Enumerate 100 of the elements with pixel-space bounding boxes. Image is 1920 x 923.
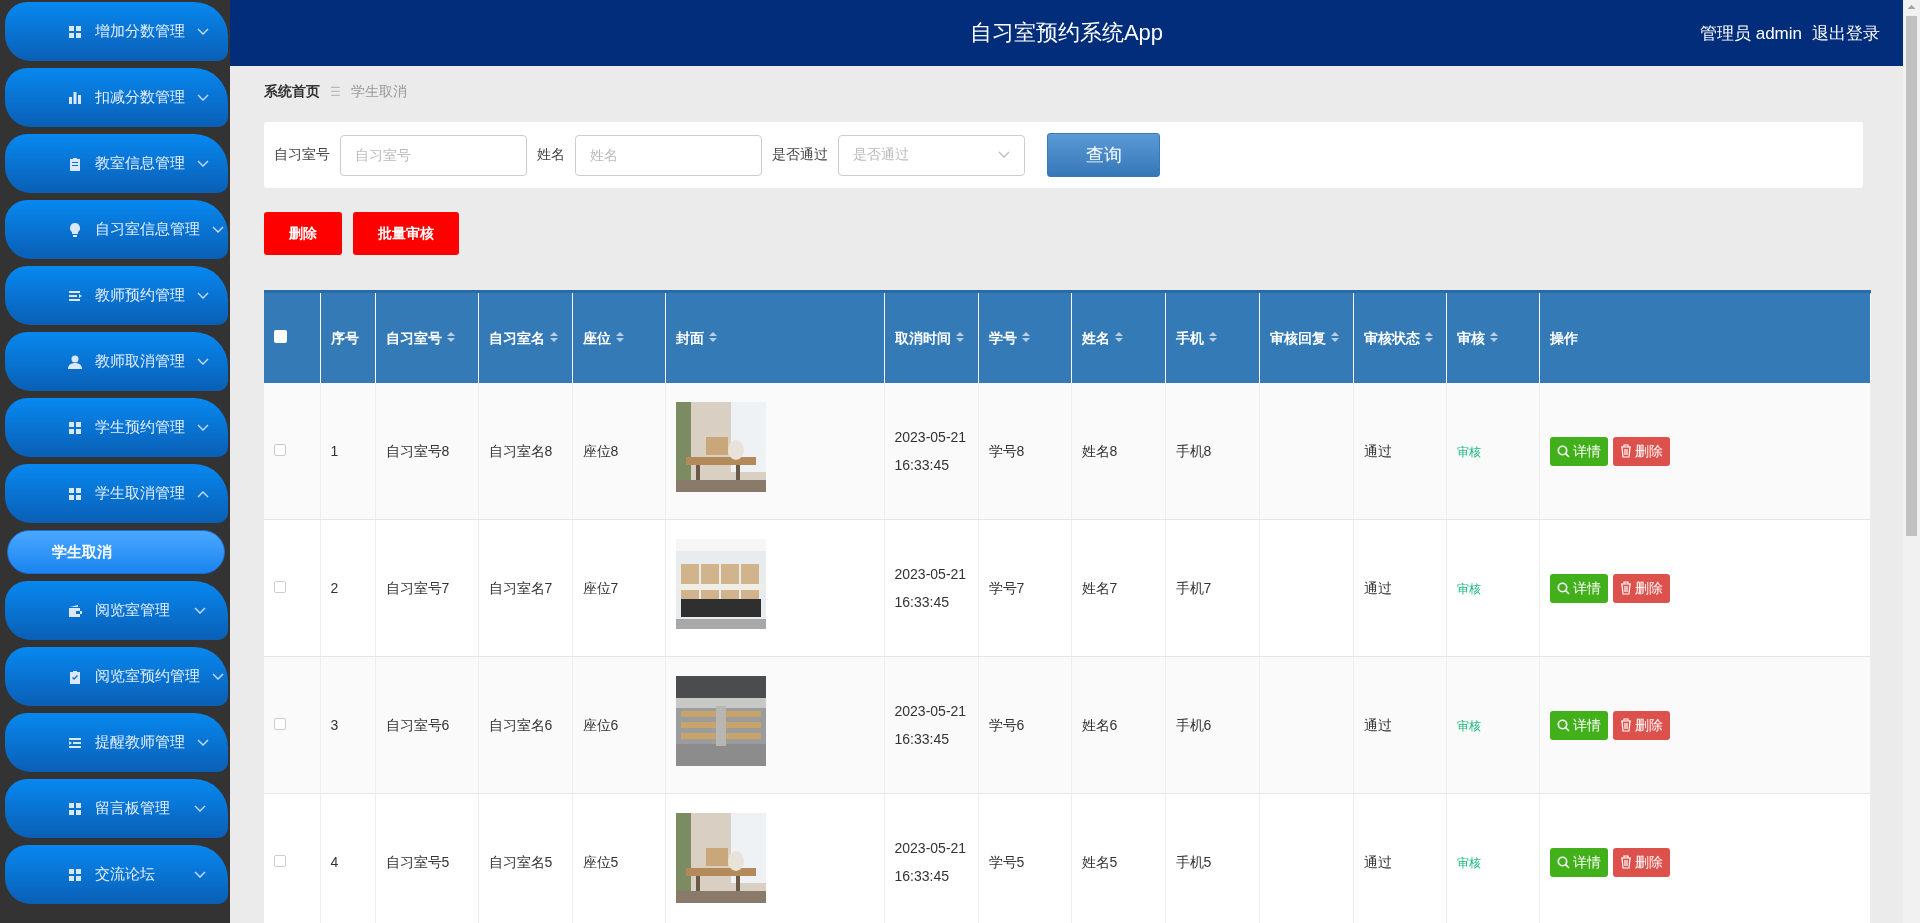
column-header[interactable]: 姓名 [1071,291,1165,383]
table-cell: 2 [330,580,339,596]
chevron-icon [194,870,206,879]
column-header[interactable]: 封面 [665,291,884,383]
chevron-icon [197,423,209,432]
column-header[interactable]: 自习室名 [478,291,572,383]
column-header[interactable]: 取消时间 [884,291,978,383]
sidebar-menu-item[interactable]: 阅览室管理 [5,581,228,640]
column-header[interactable]: 审核回复 [1259,291,1353,383]
logout-link[interactable]: 退出登录 [1812,21,1880,45]
delete-button[interactable]: 删除 [1612,710,1670,740]
breadcrumb-current: 学生取消 [351,83,407,101]
chevron-icon [212,225,224,234]
search-button[interactable]: 查询 [1047,133,1160,177]
app-title: 自习室预约系统App [969,19,1164,47]
select-all-checkbox[interactable] [274,330,287,343]
sidebar-menu-item[interactable]: 增加分数管理 [5,2,228,61]
sidebar-menu-item[interactable]: 留言板管理 [5,779,228,838]
input-field[interactable]: 自习室号 [340,134,527,176]
sidebar-menu-item[interactable]: 交流论坛 [5,845,228,904]
sidebar-menu-item[interactable]: 扣减分数管理 [5,68,228,127]
filter-label: 是否通过 [772,146,828,164]
clipboard-icon [67,155,83,172]
table-cell: 3 [330,717,339,733]
grid-icon [67,485,83,502]
table-cell: 座位7 [582,580,619,596]
detail-button[interactable]: 详情 [1549,573,1608,603]
column-header[interactable]: 学号 [978,291,1071,383]
breadcrumb-separator: ☰ [330,85,341,99]
column-header[interactable]: 自习室号 [375,291,478,383]
sidebar-menu-item[interactable]: 自习室信息管理 [5,200,228,259]
chevron-icon [197,738,209,747]
delete-button[interactable]: 删除 [1612,847,1670,877]
delete-button[interactable]: 删除 [1612,436,1670,466]
chevron-icon [194,606,206,615]
table-cell: 2023-05-21 16:33:45 [894,429,967,473]
detail-button[interactable]: 详情 [1549,847,1608,877]
review-link[interactable]: 审核 [1456,718,1481,733]
table-cell: 姓名7 [1081,580,1118,596]
sidebar-menu-item[interactable]: 学生预约管理 [5,398,228,457]
delete-button[interactable]: 删除 [1612,573,1670,603]
table-cell: 通过 [1363,717,1392,733]
sidebar-menu-item[interactable]: 教师预约管理 [5,266,228,325]
sidebar-menu-item[interactable]: 学生取消管理 [5,464,228,523]
table-cell: 手机5 [1175,854,1212,870]
input-field[interactable]: 姓名 [575,134,762,176]
table-cell: 2023-05-21 16:33:45 [894,703,967,747]
chevron-icon [212,672,224,681]
sidebar-submenu-item[interactable]: 学生取消 [7,530,225,574]
detail-button[interactable]: 详情 [1549,710,1608,740]
detail-button[interactable]: 详情 [1549,436,1608,466]
column-header[interactable]: 手机 [1165,291,1259,383]
breadcrumb-link[interactable]: 系统首页 [264,83,320,101]
wallet-icon [67,602,83,619]
filter-label: 自习室号 [274,146,330,164]
review-link[interactable]: 审核 [1456,581,1481,596]
sidebar-menu-item[interactable]: 教室信息管理 [5,134,228,193]
table-cell: 2023-05-21 16:33:45 [894,566,967,610]
table-cell: 通过 [1363,443,1392,459]
sort-icon [1114,331,1123,343]
review-link[interactable]: 审核 [1456,444,1481,459]
lightbulb-icon [67,221,83,238]
row-checkbox[interactable] [274,718,286,730]
sort-icon [708,331,717,343]
table-cell: 自习室号8 [385,443,450,459]
column-header[interactable]: 座位 [572,291,665,383]
chevron-icon [194,804,206,813]
table-cell: 手机6 [1175,717,1212,733]
sidebar-menu-item[interactable]: 教师取消管理 [5,332,228,391]
table-cell: 自习室号5 [385,854,450,870]
chevron-icon [197,291,209,300]
row-checkbox[interactable] [274,444,286,456]
table-cell: 手机7 [1175,580,1212,596]
sort-icon [955,331,964,343]
sort-icon [1330,331,1339,343]
table-cell: 1 [330,443,339,459]
column-header[interactable]: 审核 [1446,291,1539,383]
column-header[interactable]: 审核状态 [1353,291,1446,383]
search-icon [1556,718,1570,732]
row-checkbox[interactable] [274,581,286,593]
review-link[interactable]: 审核 [1456,855,1481,870]
table-cell: 4 [330,854,339,870]
row-checkbox[interactable] [274,855,286,867]
sort-icon [549,331,558,343]
scrollbar-thumb[interactable] [1906,16,1917,536]
table-cell: 手机8 [1175,443,1212,459]
chevron-icon [197,159,209,168]
table-cell: 2023-05-21 16:33:45 [894,840,967,884]
table-cell: 自习室号6 [385,717,450,733]
action-button[interactable]: 删除 [264,212,342,255]
action-button[interactable]: 批量审核 [353,212,459,255]
grid-icon [67,23,83,40]
table-cell: 自习室名6 [488,717,553,733]
sidebar-menu-item[interactable]: 提醒教师管理 [5,713,228,772]
dropdown-chevron-icon [998,151,1010,159]
sort-icon [1424,331,1433,343]
user-icon [67,353,83,370]
search-icon [1556,581,1570,595]
column-header: 序号 [320,291,375,383]
sidebar-menu-item[interactable]: 阅览室预约管理 [5,647,228,706]
